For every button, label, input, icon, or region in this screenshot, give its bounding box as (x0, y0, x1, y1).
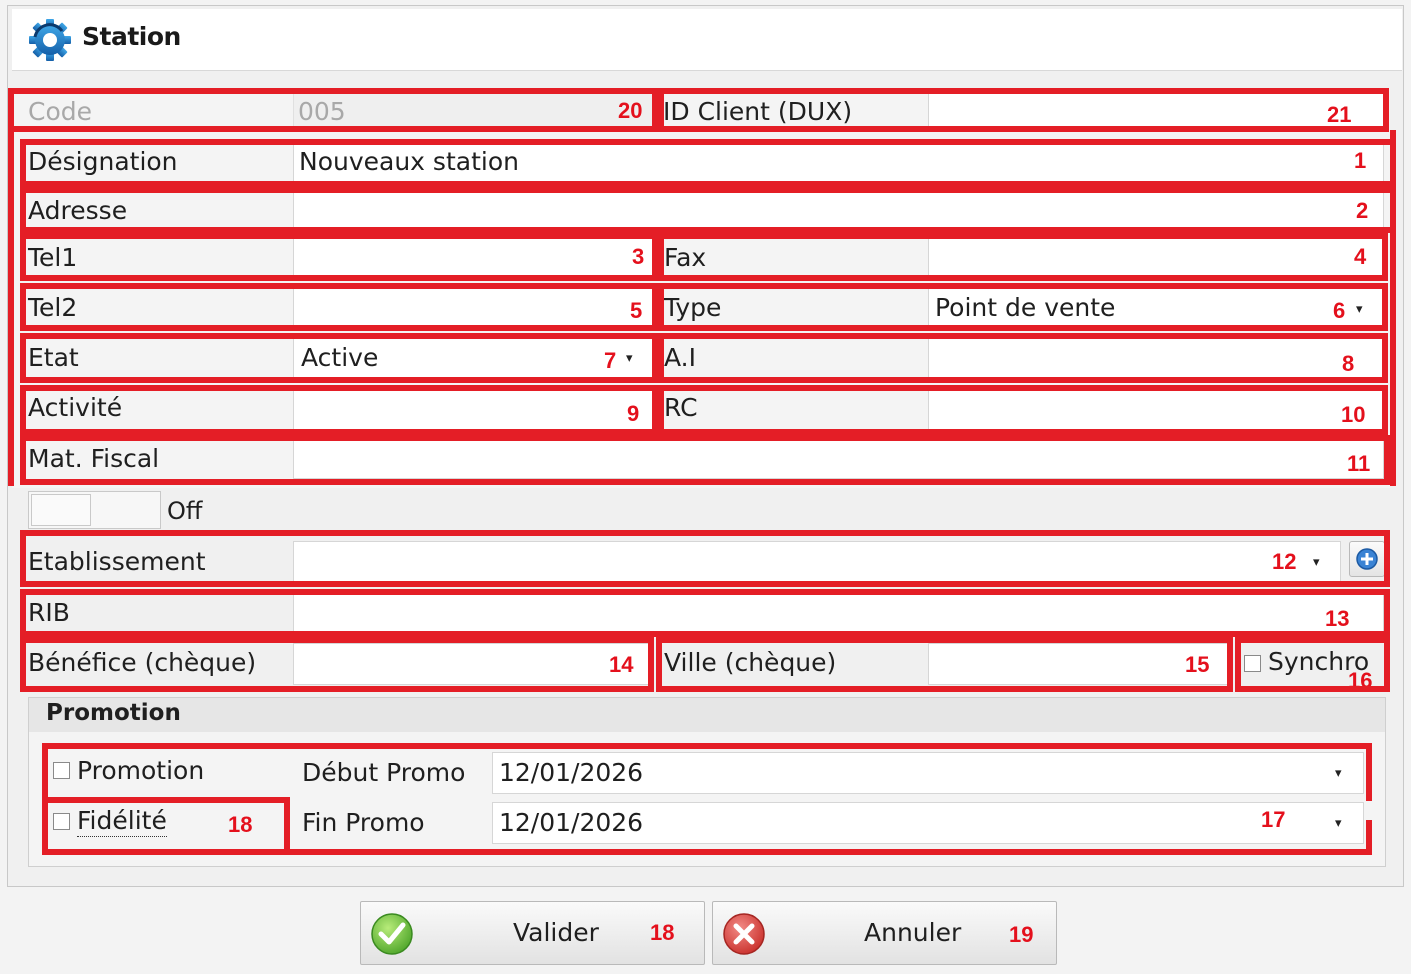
promotion-group-title: Promotion (46, 700, 181, 726)
annotation-edge-right (1366, 820, 1372, 855)
annotation-box-benefice (20, 637, 654, 692)
annotation-box-activite (20, 385, 658, 435)
annotation-box-designation (20, 139, 1396, 187)
annotation-box-etablissement (20, 530, 1390, 587)
marker-18-fidelite: 18 (228, 812, 253, 837)
annotation-outline-left (8, 130, 26, 486)
annotation-box-rib (20, 589, 1390, 637)
fidelite-checkbox[interactable] (53, 813, 70, 830)
fin-promo-label: Fin Promo (302, 808, 425, 837)
gear-icon (29, 19, 71, 61)
annotation-box-type (658, 283, 1388, 331)
annotation-box-ai (658, 333, 1388, 383)
promotion-group-header (29, 698, 1385, 732)
toggle-knob[interactable] (31, 494, 91, 526)
cancel-icon (723, 913, 765, 955)
annotation-box-id-client (658, 88, 1389, 132)
fin-promo-value: 12/01/2026 (499, 808, 644, 837)
annotation-box-ville (656, 637, 1233, 692)
annotation-box-tel1 (20, 233, 658, 281)
annotation-box-etat (20, 333, 658, 383)
annotation-box-promotion-top (42, 743, 1372, 801)
toggle-label: Off (167, 497, 203, 525)
annotation-box-tel2 (20, 283, 658, 331)
annotation-outline-right (1384, 130, 1396, 486)
valider-label: Valider (513, 918, 599, 947)
marker-17: 17 (1261, 807, 1286, 832)
window-title: Station (82, 22, 181, 51)
annotation-box-rc (658, 385, 1388, 435)
fidelite-checkbox-label: Fidélité (77, 806, 167, 837)
chevron-down-icon[interactable]: ▾ (1335, 817, 1342, 831)
check-icon (371, 913, 413, 955)
annotation-box-mat-fiscal (20, 435, 1390, 485)
annotation-edge-fidelite-top (42, 797, 290, 803)
title-bar (12, 9, 1402, 71)
marker-19: 19 (1009, 922, 1034, 947)
annotation-box-synchro (1235, 637, 1390, 692)
annotation-box-code (8, 88, 658, 132)
valider-button[interactable]: Valider 18 (360, 901, 705, 965)
annuler-label: Annuler (864, 918, 962, 947)
annotation-edge-fidelite-right (284, 797, 290, 855)
annotation-edge-bottom (42, 849, 1372, 855)
annotation-box-adresse (20, 187, 1396, 233)
annotation-box-fax (658, 233, 1388, 281)
annotation-edge-left (42, 797, 48, 855)
marker-18-valider: 18 (650, 920, 675, 945)
annuler-button[interactable]: Annuler 19 (712, 901, 1057, 965)
